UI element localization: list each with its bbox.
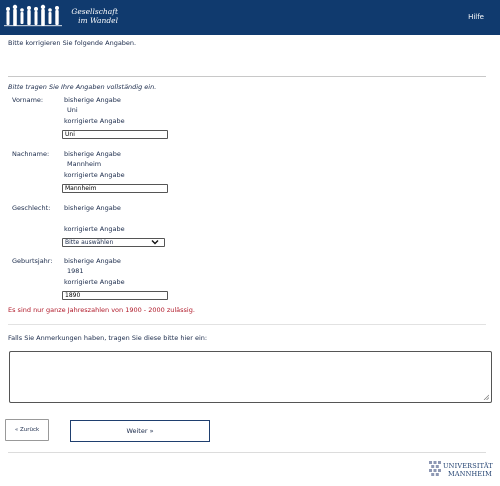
- resize-grip-icon[interactable]: [483, 394, 489, 400]
- logo-line-1: Gesellschaft: [71, 7, 118, 16]
- nachname-input[interactable]: [62, 184, 168, 193]
- required-note: Bitte tragen Sie Ihre Angaben vollständi…: [8, 83, 157, 91]
- divider: [8, 324, 486, 325]
- nachname-previous-caption: bisherige Angabe: [64, 150, 121, 158]
- comment-label: Falls Sie Anmerkungen haben, tragen Sie …: [8, 334, 208, 342]
- geburtsjahr-previous-caption: bisherige Angabe: [64, 257, 121, 265]
- vorname-input[interactable]: [62, 130, 168, 139]
- comment-textarea[interactable]: [9, 351, 492, 403]
- vorname-corrected-caption: korrigierte Angabe: [64, 117, 125, 125]
- geschlecht-corrected-caption: korrigierte Angabe: [64, 225, 125, 233]
- vorname-label: Vorname:: [12, 96, 44, 104]
- geschlecht-select[interactable]: Bitte auswählen: [62, 238, 165, 247]
- university-crest-icon: [429, 461, 441, 476]
- people-silhouette-icon: [4, 4, 62, 27]
- geburtsjahr-previous-value: 1981: [67, 267, 84, 275]
- help-link[interactable]: Hilfe: [468, 13, 484, 21]
- site-logo[interactable]: Gesellschaft im Wandel: [4, 3, 119, 31]
- next-button[interactable]: Weiter »: [70, 420, 210, 442]
- nachname-corrected-caption: korrigierte Angabe: [64, 171, 125, 179]
- university-line-2: MANNHEIM: [448, 470, 492, 478]
- geschlecht-selected-value: Bitte auswählen: [65, 239, 114, 246]
- vorname-previous-value: Uni: [67, 106, 78, 114]
- chevron-down-icon: [151, 240, 159, 245]
- logo-line-2: im Wandel: [78, 16, 118, 25]
- geburtsjahr-label: Geburtsjahr:: [12, 257, 53, 265]
- divider: [8, 452, 486, 453]
- vorname-previous-caption: bisherige Angabe: [64, 96, 121, 104]
- header-bar: Gesellschaft im Wandel Hilfe: [0, 0, 500, 35]
- university-name: UNIVERSITÄT MANNHEIM: [443, 462, 493, 478]
- geschlecht-label: Geschlecht:: [12, 204, 51, 212]
- geschlecht-previous-caption: bisherige Angabe: [64, 204, 121, 212]
- correction-instruction: Bitte korrigieren Sie folgende Angaben.: [8, 39, 137, 47]
- divider: [8, 76, 486, 77]
- university-line-1: UNIVERSITÄT: [443, 462, 493, 470]
- nachname-previous-value: Mannheim: [67, 160, 102, 168]
- back-button[interactable]: « Zurück: [5, 419, 49, 441]
- validation-error: Es sind nur ganze Jahreszahlen von 1900 …: [8, 306, 195, 314]
- geburtsjahr-input[interactable]: [62, 291, 168, 300]
- nachname-label: Nachname:: [12, 150, 50, 158]
- geburtsjahr-corrected-caption: korrigierte Angabe: [64, 278, 125, 286]
- logo-text: Gesellschaft im Wandel: [62, 7, 118, 25]
